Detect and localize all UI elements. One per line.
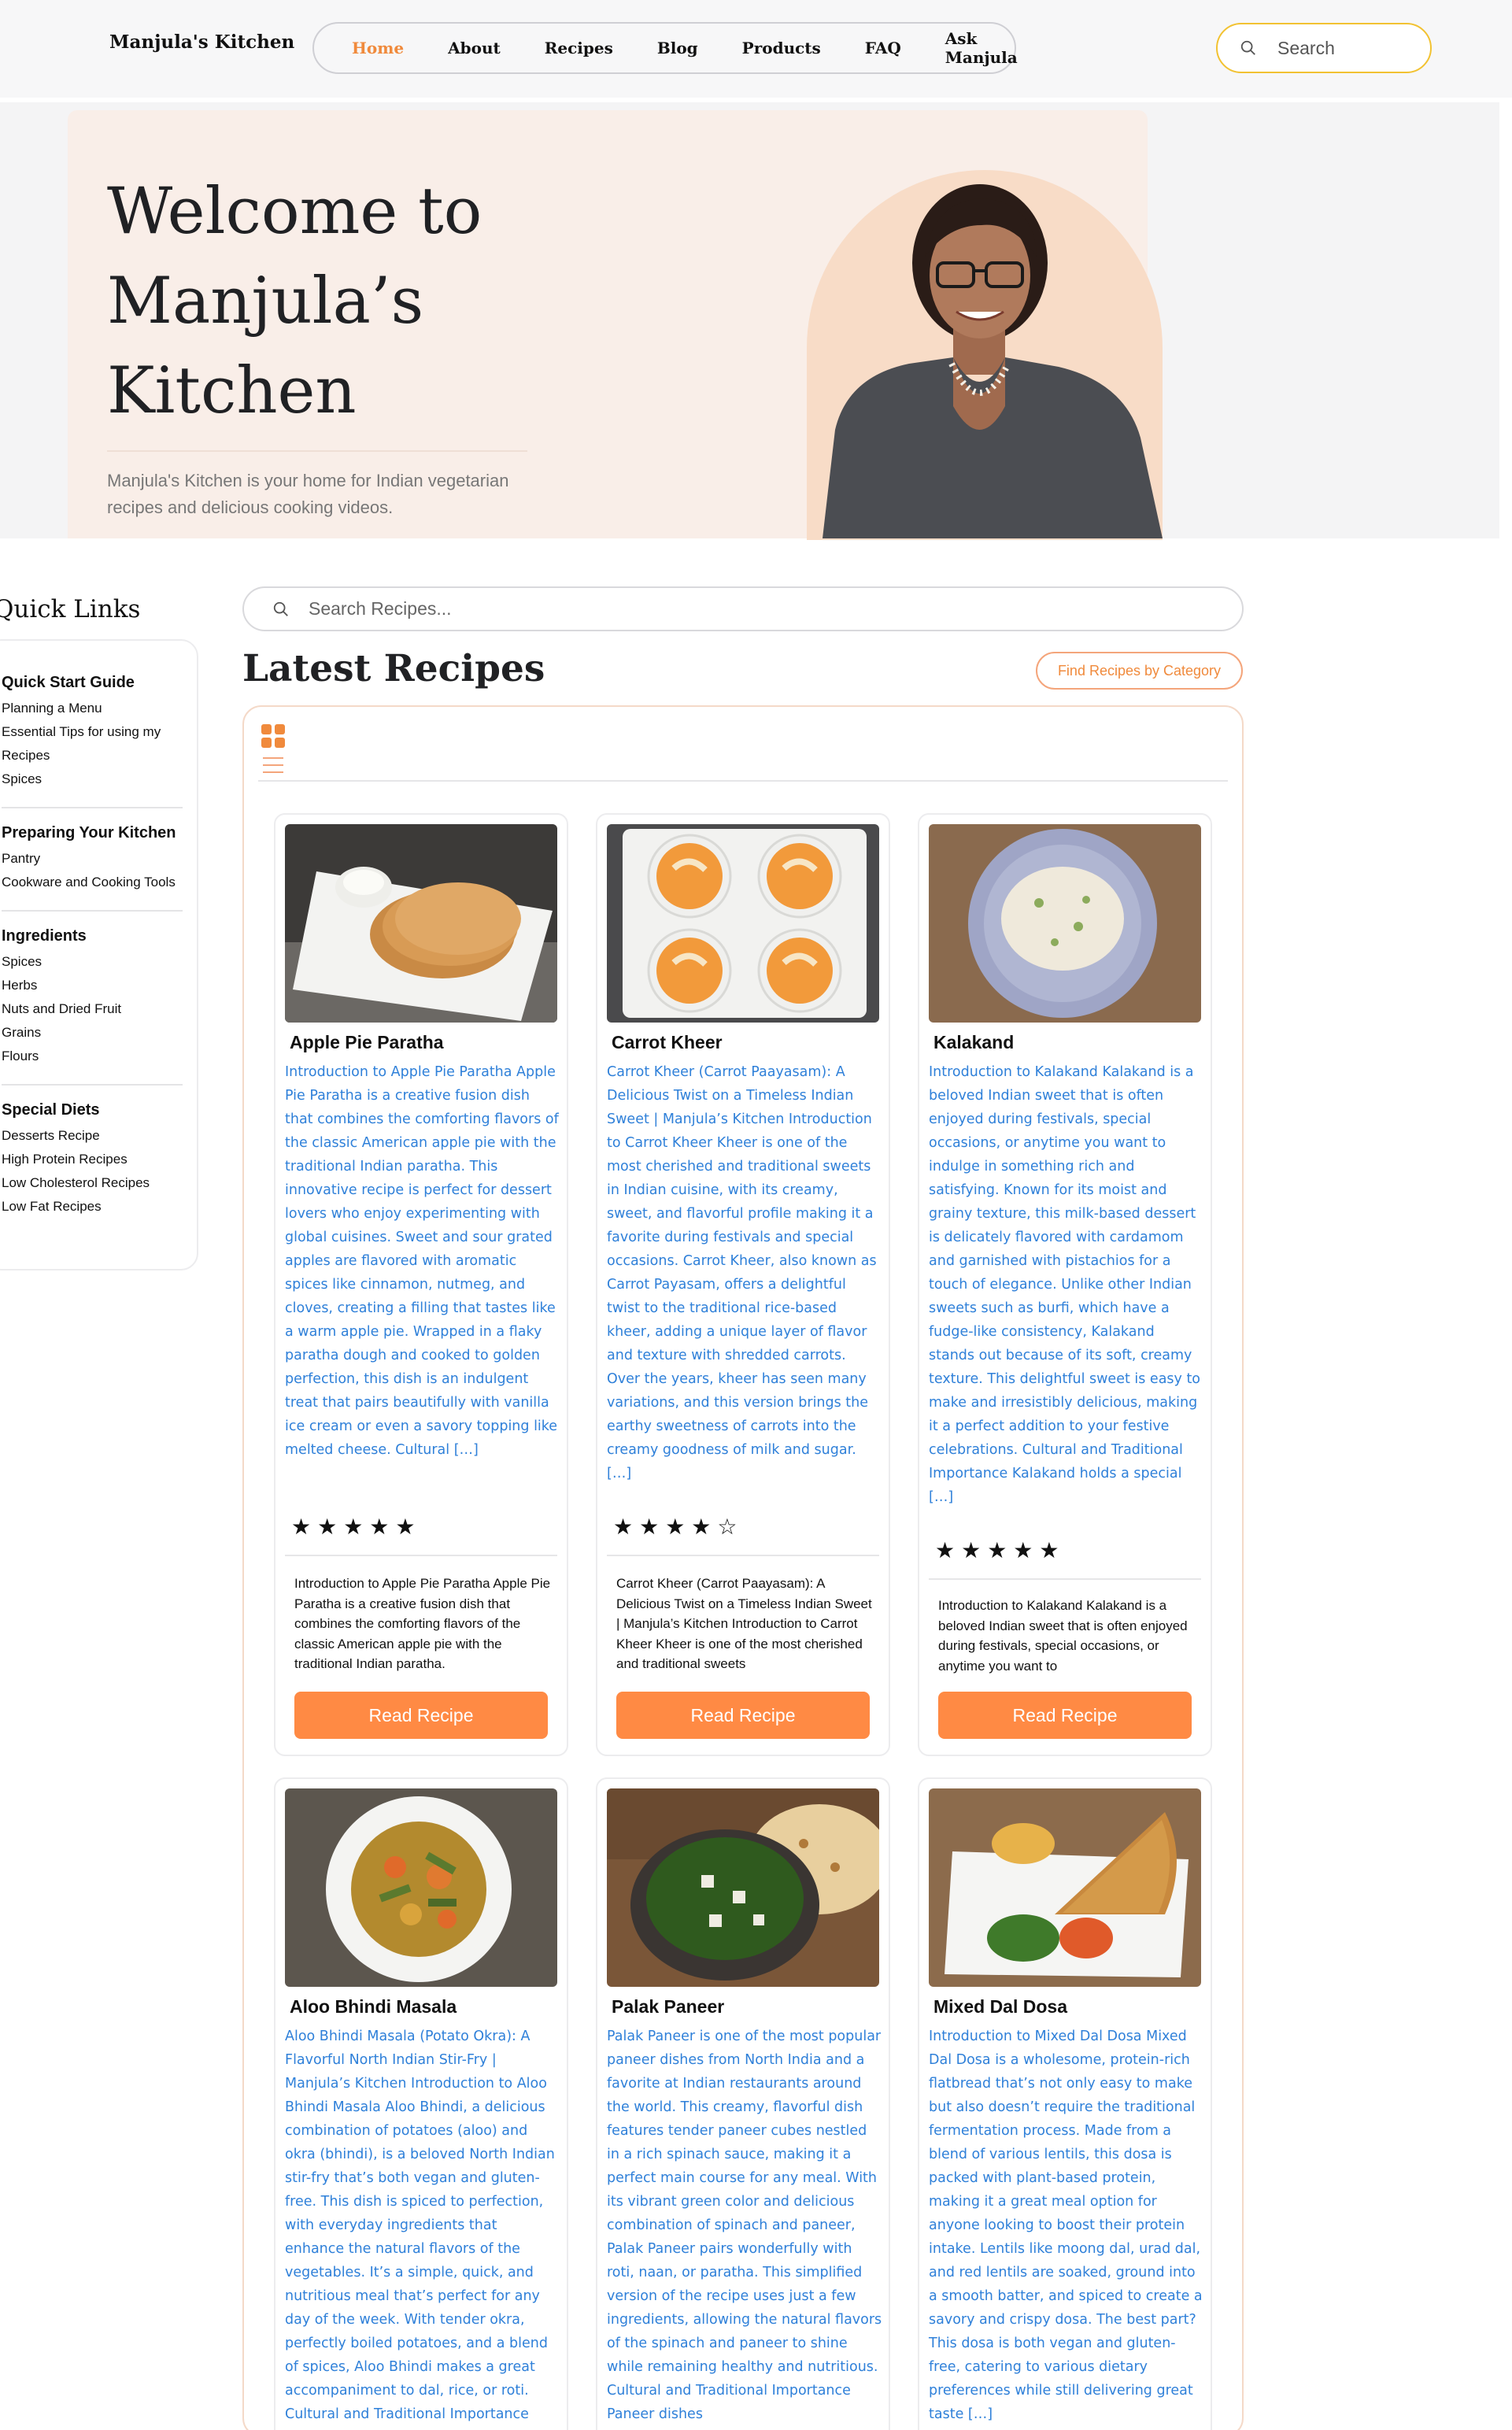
recipe-card: Carrot Kheer Carrot Kheer (Carrot Paayas…: [596, 813, 890, 1756]
recipe-card: Mixed Dal Dosa Introduction to Mixed Dal…: [918, 1777, 1212, 2430]
recipe-title[interactable]: Palak Paneer: [612, 1996, 724, 2018]
hero-divider: [107, 450, 527, 452]
latest-recipes-heading: Latest Recipes: [242, 647, 545, 690]
quick-link[interactable]: Pantry: [2, 847, 183, 871]
recipe-description: Carrot Kheer (Carrot Paayasam): A Delici…: [607, 1064, 877, 1481]
quick-link[interactable]: Cookware and Cooking Tools: [2, 871, 183, 894]
quick-link[interactable]: Low Cholesterol Recipes: [2, 1171, 183, 1195]
nav-products[interactable]: Products: [742, 39, 821, 57]
quick-links-title: Quick Links: [0, 595, 141, 623]
quick-links-heading: Ingredients: [2, 927, 87, 945]
recipe-excerpt: Carrot Kheer (Carrot Paayasam): A Delici…: [616, 1576, 872, 1671]
header-search-input[interactable]: [1277, 37, 1411, 59]
quick-link[interactable]: Spices: [2, 950, 183, 974]
recipe-title[interactable]: Mixed Dal Dosa: [933, 1996, 1067, 2018]
recipe-description: Introduction to Kalakand Kalakand is a b…: [929, 1064, 1201, 1505]
nav-ask-manjula[interactable]: Ask Manjula: [945, 29, 1018, 67]
manjula-portrait: [823, 184, 1163, 538]
quick-link[interactable]: Flours: [2, 1045, 183, 1068]
read-recipe-button[interactable]: Read Recipe: [938, 1692, 1192, 1739]
list-view-icon[interactable]: [263, 756, 283, 774]
quick-link[interactable]: Nuts and Dried Fruit: [2, 997, 183, 1021]
site-header: Manjula's Kitchen Home About Recipes Blo…: [0, 0, 1512, 98]
quick-links-group: Special Diets Desserts Recipe High Prote…: [2, 1101, 197, 1219]
recipe-title[interactable]: Aloo Bhindi Masala: [290, 1996, 457, 2018]
divider: [929, 1578, 1201, 1580]
divider: [258, 780, 1228, 782]
nav-recipes[interactable]: Recipes: [545, 39, 613, 57]
main-nav: Home About Recipes Blog Products FAQ Ask…: [312, 22, 1018, 74]
recipe-card: Apple Pie Paratha Introduction to Apple …: [274, 813, 568, 1756]
recipe-title[interactable]: Carrot Kheer: [612, 1032, 723, 1053]
quick-links-group: Ingredients Spices Herbs Nuts and Dried …: [2, 927, 197, 1068]
nav-home[interactable]: Home: [352, 39, 404, 57]
recipe-image[interactable]: [285, 824, 557, 1023]
rating-stars: ★★★★☆: [613, 1515, 744, 1539]
search-icon: [273, 601, 288, 616]
quick-links-group: Preparing Your Kitchen Pantry Cookware a…: [2, 824, 197, 894]
quick-link[interactable]: Grains: [2, 1021, 183, 1045]
recipe-search-box[interactable]: [242, 586, 1244, 631]
find-by-category-button[interactable]: Find Recipes by Category: [1036, 652, 1243, 690]
quick-link[interactable]: Essential Tips for using my Recipes: [2, 720, 183, 767]
recipe-search-input[interactable]: [309, 598, 1017, 620]
nav-faq[interactable]: FAQ: [865, 39, 901, 57]
rating-stars: ★★★★★: [935, 1538, 1066, 1563]
nav-blog[interactable]: Blog: [657, 39, 698, 57]
header-search-box[interactable]: [1216, 23, 1432, 73]
recipe-card: Palak Paneer Palak Paneer is one of the …: [596, 1777, 890, 2430]
quick-link[interactable]: Spices: [2, 767, 183, 791]
hero-title: Welcome to Manjula’s Kitchen: [107, 175, 482, 428]
recipe-card: Kalakand Introduction to Kalakand Kalaka…: [918, 813, 1212, 1756]
recipe-description: Aloo Bhindi Masala (Potato Okra): A Flav…: [285, 2029, 555, 2422]
quick-links-panel: Quick Start Guide Planning a Menu Essent…: [0, 639, 198, 1270]
divider: [2, 1084, 183, 1086]
recipe-description: Introduction to Apple Pie Paratha Apple …: [285, 1064, 559, 1458]
divider: [2, 910, 183, 912]
recipe-title[interactable]: Kalakand: [933, 1032, 1014, 1053]
rating-stars: ★★★★★: [291, 1515, 422, 1539]
quick-links-group: Quick Start Guide Planning a Menu Essent…: [2, 674, 197, 791]
nav-about[interactable]: About: [448, 39, 501, 57]
hero-subtitle: Manjula's Kitchen is your home for India…: [107, 471, 509, 517]
site-brand[interactable]: Manjula's Kitchen: [109, 31, 294, 53]
recipe-image[interactable]: [285, 1788, 557, 1987]
recipe-excerpt: Introduction to Apple Pie Paratha Apple …: [294, 1576, 551, 1671]
read-recipe-button[interactable]: Read Recipe: [294, 1692, 548, 1739]
recipe-card: Aloo Bhindi Masala Aloo Bhindi Masala (P…: [274, 1777, 568, 2430]
recipe-image[interactable]: [929, 1788, 1201, 1987]
divider: [285, 1555, 557, 1556]
quick-links-heading: Special Diets: [2, 1101, 100, 1119]
quick-links-heading: Quick Start Guide: [2, 674, 135, 691]
recipe-image[interactable]: [607, 1788, 879, 1987]
recipe-image[interactable]: [929, 824, 1201, 1023]
read-recipe-button[interactable]: Read Recipe: [616, 1692, 870, 1739]
recipe-image[interactable]: [607, 824, 879, 1023]
divider: [607, 1555, 879, 1556]
quick-link[interactable]: Desserts Recipe: [2, 1124, 183, 1148]
recipe-excerpt: Introduction to Kalakand Kalakand is a b…: [938, 1598, 1188, 1674]
quick-link[interactable]: Low Fat Recipes: [2, 1195, 183, 1219]
recipe-description: Introduction to Mixed Dal Dosa Mixed Dal…: [929, 2029, 1203, 2422]
search-icon: [1240, 40, 1255, 55]
recipe-description: Palak Paneer is one of the most popular …: [607, 2029, 882, 2422]
grid-view-icon[interactable]: [261, 724, 285, 748]
quick-link[interactable]: High Protein Recipes: [2, 1148, 183, 1171]
quick-link[interactable]: Herbs: [2, 974, 183, 997]
quick-link[interactable]: Planning a Menu: [2, 697, 183, 720]
quick-links-heading: Preparing Your Kitchen: [2, 824, 176, 841]
recipe-title[interactable]: Apple Pie Paratha: [290, 1032, 444, 1053]
divider: [2, 807, 183, 808]
